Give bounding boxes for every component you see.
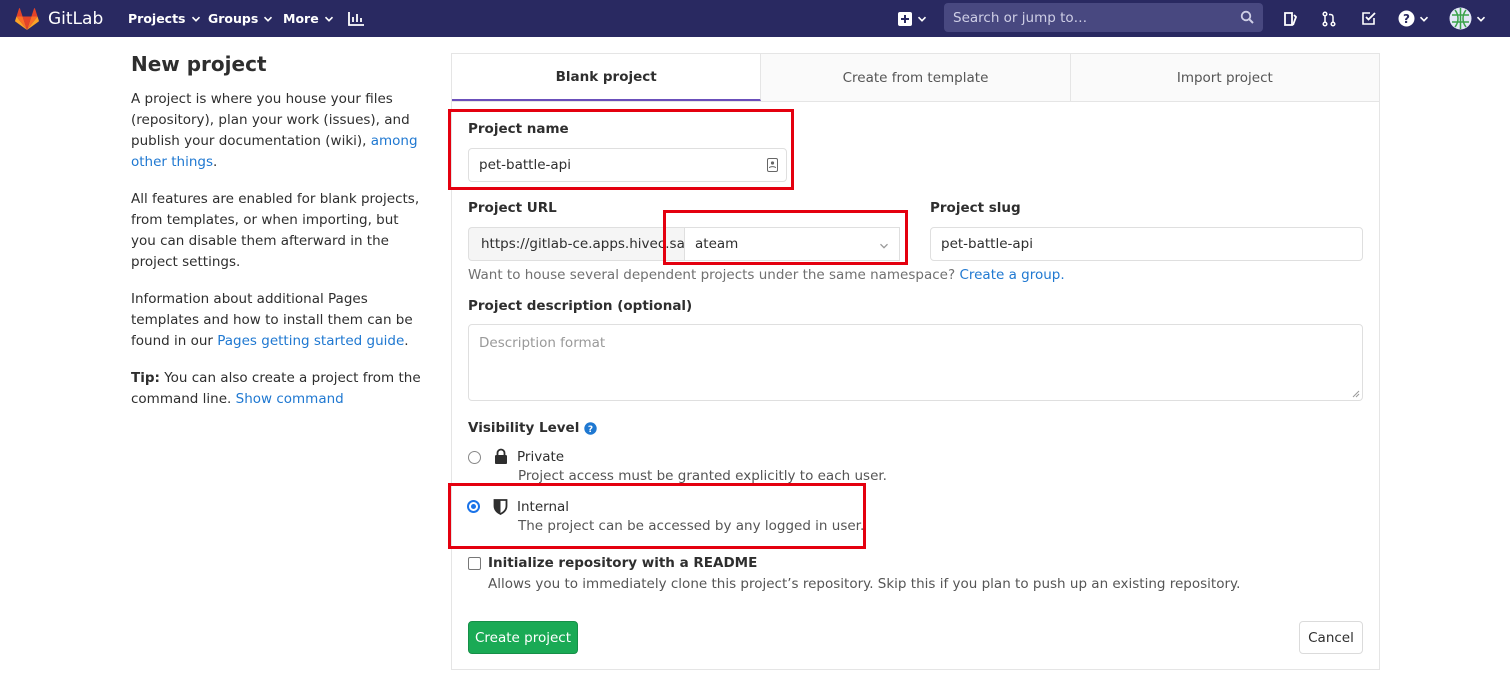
password-manager-icon[interactable] <box>767 158 778 172</box>
more-dropdown[interactable]: More <box>283 0 334 37</box>
visibility-private-radio[interactable] <box>468 451 481 464</box>
tab-import-project[interactable]: Import project <box>1071 54 1379 101</box>
namespace-help-text: Want to house several dependent projects… <box>468 267 1065 283</box>
namespace-help-question: Want to house several dependent projects… <box>468 267 956 283</box>
chevron-down-icon <box>191 16 200 22</box>
tip-label: Tip: <box>131 370 160 386</box>
search-icon <box>1240 10 1254 24</box>
gitlab-logo-icon <box>15 7 39 30</box>
info-paragraph-1: A project is where you house your files … <box>131 89 421 173</box>
brand-name: GitLab <box>48 8 104 29</box>
tab-create-from-template[interactable]: Create from template <box>761 54 1071 101</box>
chevron-down-icon <box>880 243 888 249</box>
info-text: A project is where you house your files … <box>131 91 410 149</box>
tab-blank-project[interactable]: Blank project <box>452 54 762 101</box>
project-slug-label: Project slug <box>930 200 1021 216</box>
visibility-level-label: Visibility Level ? <box>468 420 598 436</box>
help-dropdown[interactable]: ? <box>1395 0 1431 37</box>
svg-text:?: ? <box>588 425 593 435</box>
lock-icon <box>495 448 507 464</box>
internal-label: Internal <box>517 499 570 515</box>
project-description-label: Project description (optional) <box>468 298 693 314</box>
shield-icon <box>493 499 508 515</box>
project-url-prefix: https://gitlab-ce.apps.hivec.sand <box>468 227 685 261</box>
chevron-down-icon <box>1476 16 1485 22</box>
todos-icon[interactable] <box>1358 0 1378 37</box>
project-url-label: Project URL <box>468 200 557 216</box>
chevron-down-icon <box>324 16 333 22</box>
project-slug-input[interactable]: pet-battle-api <box>930 227 1363 261</box>
create-project-button[interactable]: Create project <box>468 621 578 654</box>
project-slug-value: pet-battle-api <box>941 236 1033 252</box>
groups-label: Groups <box>208 11 259 26</box>
cancel-button[interactable]: Cancel <box>1299 621 1363 654</box>
readme-description: Allows you to immediately clone this pro… <box>488 576 1241 592</box>
projects-dropdown[interactable]: Projects <box>128 0 201 37</box>
internal-description: The project can be accessed by any logge… <box>518 518 865 534</box>
create-group-link[interactable]: Create a group. <box>959 267 1064 283</box>
info-paragraph-3: Information about additional Pages templ… <box>131 289 421 352</box>
svg-text:?: ? <box>1403 12 1410 26</box>
question-circle-icon: ? <box>1398 10 1414 27</box>
project-type-tabs: Blank project Create from template Impor… <box>452 54 1379 102</box>
private-label: Private <box>517 449 565 465</box>
visibility-level-text: Visibility Level <box>468 420 580 436</box>
pages-guide-link[interactable]: Pages getting started guide <box>217 333 404 349</box>
visibility-internal-radio[interactable] <box>467 500 480 513</box>
new-project-info: New project A project is where you house… <box>131 52 421 426</box>
namespace-value: ateam <box>695 236 739 252</box>
namespace-select[interactable]: ateam <box>684 227 900 261</box>
description-placeholder: Description format <box>479 335 606 351</box>
punctuation: . <box>213 154 218 170</box>
info-paragraph-2: All features are enabled for blank proje… <box>131 191 420 270</box>
issues-icon[interactable] <box>1280 0 1300 37</box>
initialize-readme-checkbox[interactable] <box>468 557 481 570</box>
chevron-down-icon <box>1419 16 1428 22</box>
private-description: Project access must be granted explicitl… <box>518 468 887 484</box>
help-circle-icon[interactable]: ? <box>584 421 598 435</box>
chevron-down-icon <box>917 16 926 22</box>
chevron-down-icon <box>264 16 273 22</box>
avatar <box>1449 7 1471 30</box>
plus-square-icon <box>897 11 912 26</box>
top-navbar: GitLab Projects Groups More Search or ju… <box>0 0 1510 37</box>
project-name-input[interactable]: pet-battle-api <box>468 148 787 182</box>
project-description-textarea[interactable]: Description format <box>468 324 1363 401</box>
projects-label: Projects <box>128 11 186 26</box>
activity-chart-icon[interactable] <box>346 0 366 37</box>
user-menu-dropdown[interactable] <box>1447 0 1487 37</box>
project-name-value: pet-battle-api <box>479 157 571 173</box>
search-placeholder: Search or jump to… <box>953 9 1088 26</box>
punctuation: . <box>404 333 409 349</box>
show-command-link[interactable]: Show command <box>236 391 344 407</box>
project-name-label: Project name <box>468 121 569 137</box>
project-url-prefix-text: https://gitlab-ce.apps.hivec.sand <box>481 236 685 252</box>
gitlab-home-link[interactable]: GitLab <box>14 0 103 37</box>
readme-label: Initialize repository with a README <box>488 555 758 571</box>
more-label: More <box>283 11 319 26</box>
groups-dropdown[interactable]: Groups <box>208 0 273 37</box>
search-input[interactable]: Search or jump to… <box>944 3 1263 32</box>
page-title: New project <box>131 52 267 76</box>
resize-handle-icon[interactable] <box>1352 390 1360 398</box>
tip-paragraph: Tip: You can also create a project from … <box>131 368 421 410</box>
new-item-dropdown[interactable] <box>895 0 929 37</box>
merge-requests-icon[interactable] <box>1319 0 1339 37</box>
